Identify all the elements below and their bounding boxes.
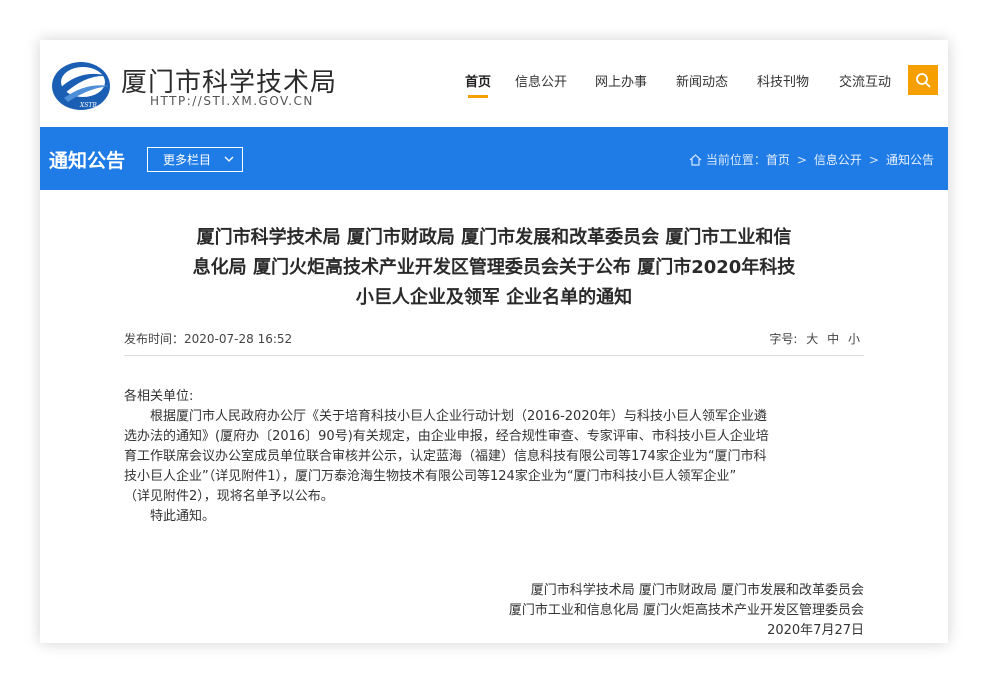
- closing-line: 特此通知。: [150, 509, 216, 524]
- chevron-down-icon: [224, 156, 234, 162]
- breadcrumb-home[interactable]: 首页: [766, 151, 790, 168]
- nav-item-journals[interactable]: 科技刊物: [757, 71, 809, 90]
- paragraph-line: 技小巨人企业”（详见附件1），厦门万泰沧海生物技术有限公司等124家企业为“厦门…: [124, 469, 737, 484]
- nav-item-interaction[interactable]: 交流互动: [839, 71, 891, 90]
- article-meta: 发布时间：2020-07-28 16:52 字号: 大 中 小: [124, 330, 864, 350]
- breadcrumb-notices[interactable]: 通知公告: [886, 151, 934, 168]
- font-size-switcher: 字号: 大 中 小: [769, 330, 860, 347]
- more-columns-label: 更多栏目: [163, 153, 212, 167]
- site-header: XSTB 厦门市科学技术局 HTTP://STI.XM.GOV.CN 首页 信息…: [40, 40, 948, 127]
- site-logo-icon[interactable]: XSTB: [50, 60, 112, 112]
- font-size-label: 字号:: [769, 332, 798, 346]
- nav-item-info-public[interactable]: 信息公开: [515, 71, 567, 90]
- home-icon: [689, 153, 702, 166]
- breadcrumb: 当前位置： 首页 > 信息公开 > 通知公告: [689, 151, 934, 168]
- paragraph-line: 选办法的通知》(厦府办〔2016〕90号)有关规定，由企业申报，经合规性审查、专…: [124, 429, 769, 444]
- font-size-large[interactable]: 大: [806, 332, 818, 346]
- article-title: 厦门市科学技术局 厦门市财政局 厦门市发展和改革委员会 厦门市工业和信 息化局 …: [124, 223, 864, 313]
- nav-item-news[interactable]: 新闻动态: [676, 71, 728, 90]
- paragraph-line: （详见附件2），现将名单予以公布。: [124, 489, 334, 504]
- breadcrumb-prefix: 当前位置：: [705, 153, 766, 167]
- signature-line: 厦门市科学技术局 厦门市财政局 厦门市发展和改革委员会: [530, 583, 864, 598]
- font-size-small[interactable]: 小: [848, 332, 860, 346]
- publish-time: 2020-07-28 16:52: [184, 332, 293, 346]
- nav-item-home[interactable]: 首页: [465, 71, 491, 98]
- article-title-line: 厦门市科学技术局 厦门市财政局 厦门市发展和改革委员会 厦门市工业和信: [196, 227, 792, 248]
- meta-divider: [124, 355, 864, 356]
- salutation: 各相关单位:: [124, 389, 194, 404]
- main-paragraph: 根据厦门市人民政府办公厅《关于培育科技小巨人企业行动计划（2016-2020年）…: [124, 407, 864, 507]
- article-title-line: 息化局 厦门火炬高技术产业开发区管理委员会关于公布 厦门市2020年科技: [192, 257, 796, 278]
- section-title: 通知公告: [49, 150, 126, 172]
- more-columns-button[interactable]: 更多栏目: [147, 147, 243, 172]
- font-size-medium[interactable]: 中: [827, 332, 839, 346]
- article-title-line: 小巨人企业及领军 企业名单的通知: [355, 287, 633, 308]
- signature-date: 2020年7月27日: [767, 623, 864, 638]
- breadcrumb-separator: >: [868, 152, 879, 167]
- page-frame: XSTB 厦门市科学技术局 HTTP://STI.XM.GOV.CN 首页 信息…: [40, 40, 948, 643]
- search-icon: [916, 73, 931, 88]
- publish-info: 发布时间：2020-07-28 16:52: [124, 330, 292, 347]
- nav-item-online-services[interactable]: 网上办事: [595, 71, 647, 90]
- signature-line: 厦门市工业和信息化局 厦门火炬高技术产业开发区管理委员会: [508, 603, 864, 618]
- section-bar: 通知公告 更多栏目 当前位置： 首页 > 信息公开 > 通知公告: [40, 127, 948, 190]
- paragraph-line: 育工作联席会议办公室成员单位联合审核并公示，认定蓝海（福建）信息科技有限公司等1…: [124, 449, 767, 464]
- breadcrumb-separator: >: [796, 152, 807, 167]
- publish-label: 发布时间：: [124, 332, 185, 346]
- signature-block: 厦门市科学技术局 厦门市财政局 厦门市发展和改革委员会 厦门市工业和信息化局 厦…: [124, 581, 864, 641]
- search-button[interactable]: [908, 65, 938, 95]
- article-body: 各相关单位: 根据厦门市人民政府办公厅《关于培育科技小巨人企业行动计划（2016…: [124, 387, 864, 527]
- breadcrumb-info-public[interactable]: 信息公开: [814, 151, 862, 168]
- site-url: HTTP://STI.XM.GOV.CN: [150, 94, 314, 108]
- paragraph-line: 根据厦门市人民政府办公厅《关于培育科技小巨人企业行动计划（2016-2020年）…: [150, 409, 767, 424]
- logo-text: XSTB: [79, 102, 97, 109]
